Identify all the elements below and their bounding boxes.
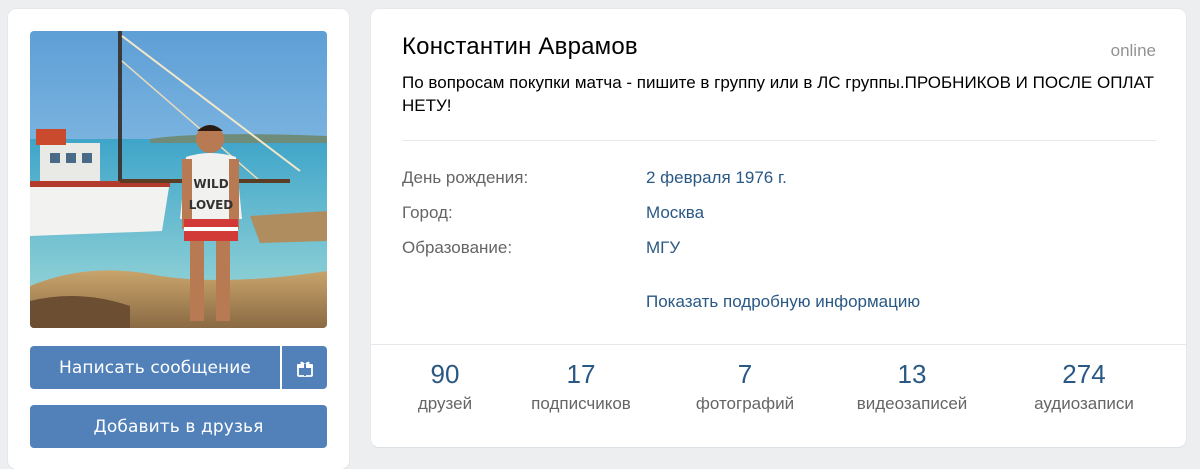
- profile-counters: 90 друзей 17 подписчиков 7 фотографий 13…: [371, 357, 1186, 437]
- counter-photos-count: 7: [737, 359, 753, 389]
- svg-text:WILD: WILD: [193, 177, 228, 191]
- add-friend-label: Добавить в друзья: [93, 416, 264, 437]
- send-gift-button[interactable]: [282, 346, 327, 389]
- counter-followers-count: 17: [566, 359, 596, 389]
- counter-audio[interactable]: 274 аудиозаписи: [1013, 357, 1155, 414]
- profile-side-card: WILD LOVED Написать сообщение Добавить в…: [8, 9, 349, 469]
- add-friend-button[interactable]: Добавить в друзья: [30, 405, 327, 448]
- counter-photos[interactable]: 7 фотографий: [677, 357, 813, 414]
- education-label: Образование:: [402, 238, 513, 257]
- profile-status-text[interactable]: По вопросам покупки матча - пишите в гру…: [402, 71, 1172, 117]
- counter-videos[interactable]: 13 видеозаписей: [837, 357, 987, 414]
- show-more-info-link[interactable]: Показать подробную информацию: [646, 292, 920, 312]
- birthday-label: День рождения:: [402, 168, 529, 187]
- counter-friends-count: 90: [430, 359, 460, 389]
- online-status: online: [1110, 41, 1156, 60]
- city-value[interactable]: Москва: [646, 203, 704, 223]
- counter-photos-label: фотографий: [695, 394, 795, 413]
- counter-followers-label: подписчиков: [531, 394, 631, 413]
- svg-text:LOVED: LOVED: [189, 198, 234, 212]
- send-message-label: Написать сообщение: [59, 357, 251, 378]
- birthday-value[interactable]: 2 февраля 1976 г.: [646, 168, 787, 188]
- counters-divider: [371, 344, 1186, 345]
- counter-videos-count: 13: [897, 359, 927, 389]
- counter-followers[interactable]: 17 подписчиков: [511, 357, 651, 414]
- counter-friends-label: друзей: [417, 394, 473, 413]
- profile-name: Константин Аврамов: [402, 33, 638, 60]
- city-label: Город:: [402, 203, 453, 222]
- education-value[interactable]: МГУ: [646, 238, 680, 258]
- counter-friends[interactable]: 90 друзей: [391, 357, 499, 414]
- avatar-photo: WILD LOVED: [30, 31, 327, 328]
- gift-icon: [296, 361, 313, 377]
- counter-audio-count: 274: [1062, 359, 1106, 389]
- info-divider: [402, 140, 1156, 141]
- counter-audio-label: аудиозаписи: [1034, 394, 1134, 413]
- counter-videos-label: видеозаписей: [856, 394, 968, 413]
- send-message-button[interactable]: Написать сообщение: [30, 346, 280, 389]
- profile-avatar[interactable]: WILD LOVED: [30, 31, 327, 328]
- profile-info-card: Константин Аврамов online По вопросам по…: [371, 9, 1186, 447]
